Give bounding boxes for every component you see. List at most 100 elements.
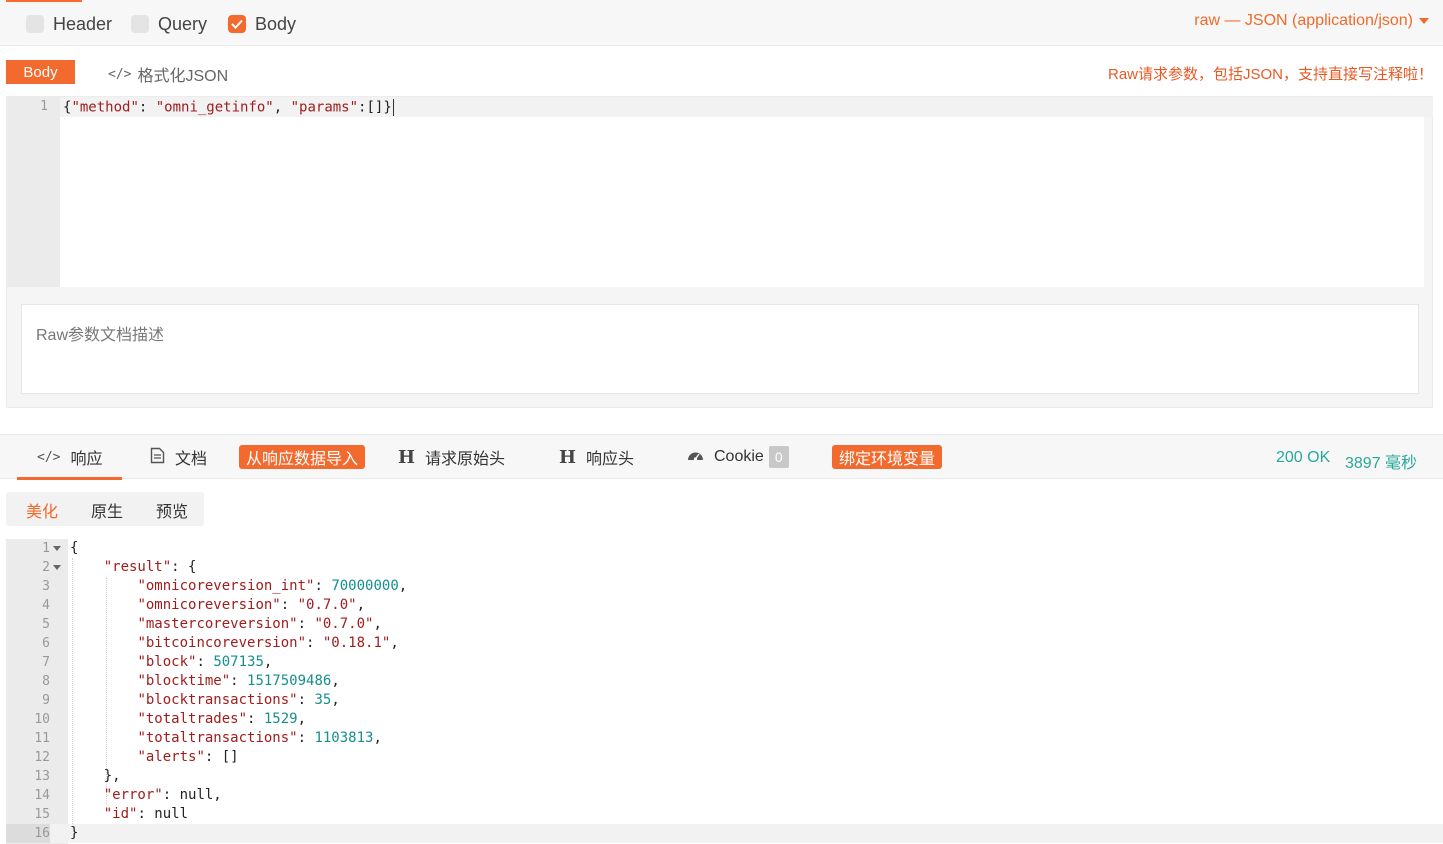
- code-text: "alerts": []: [70, 748, 239, 767]
- code-token: ,: [273, 99, 291, 116]
- line-number: 11: [34, 731, 50, 746]
- tab-raw-request-headers[interactable]: H 请求原始头: [398, 435, 505, 479]
- bind-env-variable-button[interactable]: 绑定环境变量: [832, 445, 942, 469]
- query-tab[interactable]: Query: [131, 12, 207, 36]
- json-punctuation: :: [314, 578, 332, 594]
- code-icon: </>: [108, 66, 132, 82]
- json-punctuation: : []: [204, 749, 239, 765]
- json-key: "bitcoincoreversion": [137, 635, 307, 651]
- json-string: "0.7.0": [314, 616, 374, 632]
- header-tab[interactable]: Header: [26, 12, 112, 36]
- line-number: 5: [42, 617, 50, 632]
- code-token: "method": [71, 99, 139, 116]
- header-tab-label: Header: [53, 13, 113, 34]
- chevron-down-icon: [1419, 18, 1429, 24]
- json-punctuation: ,: [373, 616, 382, 632]
- request-body-panel: 1 {"method": "omni_getinfo", "params":[]…: [6, 96, 1433, 408]
- json-punctuation: ,: [263, 654, 273, 670]
- json-key: "error": [103, 787, 163, 803]
- json-key: "omnicoreversion": [137, 597, 281, 613]
- json-punctuation: [70, 654, 137, 670]
- json-punctuation: {: [70, 540, 79, 556]
- json-punctuation: :: [297, 692, 315, 708]
- code-line: 9 "blocktransactions": 35,: [6, 691, 1443, 710]
- json-punctuation: ,: [297, 711, 307, 727]
- json-punctuation: [70, 711, 137, 727]
- json-punctuation: [70, 673, 137, 689]
- check-icon: [231, 19, 243, 29]
- line-number: 6: [42, 636, 50, 651]
- raw-description-placeholder: Raw参数文档描述: [36, 327, 165, 344]
- line-number: 12: [34, 750, 50, 765]
- document-svg: [150, 447, 165, 463]
- code-text: "blocktime": 1517509486,: [70, 672, 340, 691]
- line-number: 3: [42, 579, 50, 594]
- query-tab-label: Query: [158, 13, 208, 34]
- text-cursor: [392, 99, 394, 116]
- line-number: 10: [34, 712, 50, 727]
- body-mode-select[interactable]: raw — JSON (application/json): [1194, 12, 1429, 30]
- json-number: 507135: [213, 654, 264, 670]
- code-line: 11 "totaltransactions": 1103813,: [6, 729, 1443, 748]
- json-punctuation: : null: [137, 806, 189, 822]
- fold-toggle-icon[interactable]: [53, 546, 61, 551]
- code-text: "omnicoreversion": "0.7.0",: [70, 596, 365, 615]
- json-punctuation: [70, 749, 137, 765]
- body-tab[interactable]: Body: [228, 12, 296, 36]
- json-punctuation: ,: [331, 692, 340, 708]
- json-punctuation: :: [297, 616, 315, 632]
- tab-beautify[interactable]: 美化: [26, 498, 58, 522]
- code-line: 8 "blocktime": 1517509486,: [6, 672, 1443, 691]
- json-punctuation: ,: [331, 673, 340, 689]
- query-checkbox[interactable]: [131, 15, 149, 33]
- body-mode-value: raw — JSON (application/json): [1194, 12, 1413, 29]
- code-text: "totaltrades": 1529,: [70, 710, 306, 729]
- json-punctuation: ,: [398, 578, 408, 594]
- raw-hint-text: Raw请求参数，包括JSON，支持直接写注释啦！: [1107, 66, 1433, 83]
- line-number: 15: [34, 807, 50, 822]
- raw-description-input[interactable]: Raw参数文档描述: [21, 304, 1419, 394]
- tab-response[interactable]: </> 响应: [17, 435, 121, 480]
- json-punctuation: [70, 616, 137, 632]
- header-checkbox[interactable]: [26, 15, 44, 33]
- tab-response-headers[interactable]: H 响应头: [559, 435, 634, 479]
- response-body-viewer[interactable]: 1{2 "result": {3 "omnicoreversion_int": …: [6, 539, 1443, 844]
- code-text: "mastercoreversion": "0.7.0",: [70, 615, 382, 634]
- code-text: {: [70, 539, 78, 558]
- body-checkbox[interactable]: [228, 15, 246, 33]
- json-punctuation: [70, 597, 137, 613]
- json-punctuation: : null,: [162, 787, 222, 803]
- fold-toggle-icon[interactable]: [53, 565, 61, 570]
- json-key: "result": [103, 559, 172, 575]
- json-key: "totaltransactions": [137, 730, 298, 746]
- tab-raw[interactable]: 原生: [91, 498, 123, 522]
- view-mode-tabs: 美化 原生 预览: [6, 492, 204, 526]
- dashboard-svg: [688, 452, 703, 461]
- import-from-response-button[interactable]: 从响应数据导入: [239, 445, 365, 469]
- tab-docs-label: 文档: [175, 451, 208, 468]
- json-punctuation: [70, 692, 137, 708]
- code-text: }: [70, 824, 78, 843]
- json-punctuation: },: [70, 768, 121, 784]
- code-line: 5 "mastercoreversion": "0.7.0",: [6, 615, 1443, 634]
- tab-preview[interactable]: 预览: [156, 498, 188, 522]
- json-punctuation: [70, 635, 137, 651]
- tab-response-label: 响应: [70, 451, 103, 468]
- tab-cookie[interactable]: Cookie 0: [687, 435, 789, 479]
- request-code-line[interactable]: {"method": "omni_getinfo", "params":[]}: [63, 99, 394, 116]
- code-text: "block": 507135,: [70, 653, 272, 672]
- request-editor[interactable]: [60, 117, 1424, 287]
- code-text: "error": null,: [70, 786, 222, 805]
- json-punctuation: [70, 730, 137, 746]
- code-text: "blocktransactions": 35,: [70, 691, 340, 710]
- json-key: "blocktransactions": [137, 692, 298, 708]
- code-text: },: [70, 767, 121, 786]
- line-number: 7: [42, 655, 50, 670]
- dashboard-icon: [687, 448, 704, 466]
- body-tab-label: Body: [255, 13, 297, 34]
- tab-docs[interactable]: 文档: [150, 435, 207, 479]
- format-json-button[interactable]: </> 格式化JSON: [108, 62, 228, 86]
- json-punctuation: :: [247, 711, 264, 727]
- json-punctuation: : {: [171, 559, 197, 575]
- params-tab-bar: Header Query Body raw — JSON (applicatio…: [0, 0, 1443, 46]
